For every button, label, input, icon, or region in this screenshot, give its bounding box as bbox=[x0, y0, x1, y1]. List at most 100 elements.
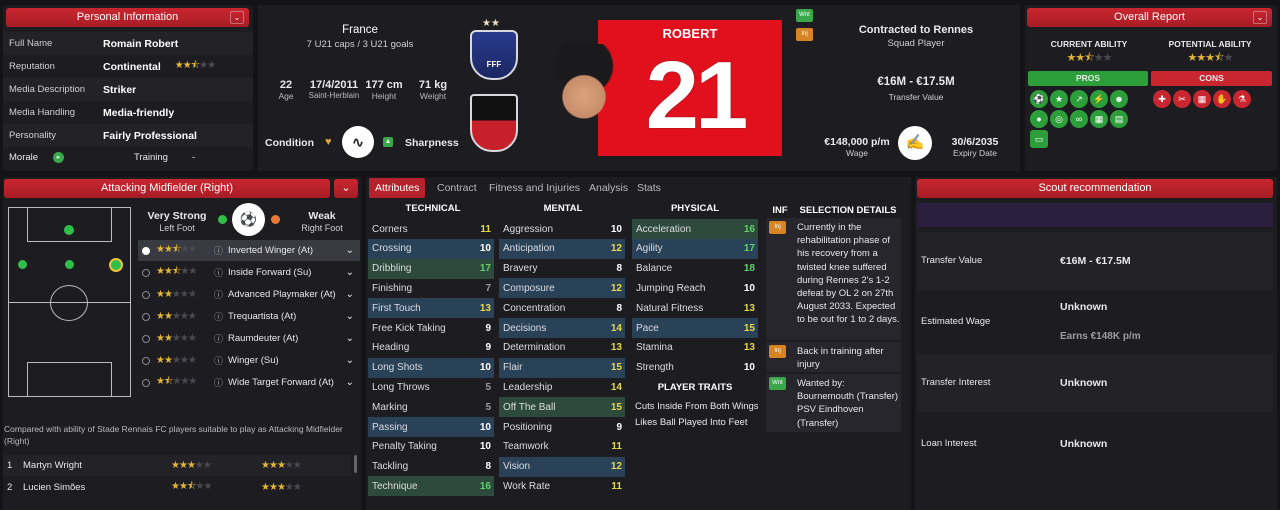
role-item[interactable]: ★★★★★ ⓘ Trequartista (At) ⌄ bbox=[138, 306, 360, 327]
info-icon[interactable]: ⓘ bbox=[214, 354, 223, 367]
attribute-row[interactable]: First Touch 13 bbox=[368, 298, 494, 319]
nation-name[interactable]: France bbox=[300, 24, 420, 36]
attribute-row[interactable]: Long Throws 5 bbox=[368, 377, 494, 397]
position-header[interactable]: Attacking Midfielder (Right) bbox=[4, 179, 330, 198]
position-dot-amr[interactable] bbox=[109, 258, 123, 272]
role-item[interactable]: ★⯪★★★ ⓘ Wide Target Forward (At) ⌄ bbox=[138, 372, 360, 393]
trait-2[interactable]: Likes Ball Played Into Feet bbox=[635, 417, 747, 428]
position-dot-mc[interactable] bbox=[65, 260, 74, 269]
chevron-down-icon[interactable]: ⌄ bbox=[346, 289, 360, 300]
pro-icon-target[interactable]: ◎ bbox=[1050, 110, 1068, 128]
chevron-down-icon[interactable]: ⌄ bbox=[346, 245, 360, 256]
contract-icon[interactable]: ✍ bbox=[898, 126, 932, 160]
tab-fitness-and-injuries[interactable]: Fitness and Injuries bbox=[483, 178, 586, 198]
info-icon[interactable]: ⓘ bbox=[214, 288, 223, 301]
compare-row[interactable]: 1 Martyn Wright ★★★★★ ★★★★★ bbox=[3, 455, 351, 476]
role-radio[interactable] bbox=[142, 246, 150, 255]
pro-icon-star[interactable]: ★ bbox=[1050, 90, 1068, 108]
attribute-row[interactable]: Marking 5 bbox=[368, 397, 494, 417]
attribute-row[interactable]: Decisions 14 bbox=[499, 318, 625, 338]
attribute-row[interactable]: Long Shots 10 bbox=[368, 357, 494, 378]
tab-contract[interactable]: Contract bbox=[431, 178, 483, 198]
role-item[interactable]: ★★★★★ ⓘ Winger (Su) ⌄ bbox=[138, 350, 360, 371]
attribute-row[interactable]: Pace 15 bbox=[632, 318, 758, 338]
role-item[interactable]: ★★★★★ ⓘ Raumdeuter (At) ⌄ bbox=[138, 328, 360, 349]
attribute-row[interactable]: Dribbling 17 bbox=[368, 258, 494, 279]
overall-header[interactable]: Overall Report ⌄ bbox=[1027, 8, 1272, 27]
attribute-row[interactable]: Aggression 10 bbox=[499, 219, 625, 239]
pro-icon-boot[interactable]: ⚡ bbox=[1090, 90, 1108, 108]
chevron-down-icon[interactable]: ⌄ bbox=[1253, 11, 1267, 24]
pro-icon-trend[interactable]: ↗ bbox=[1070, 90, 1088, 108]
chevron-down-icon[interactable]: ⌄ bbox=[346, 333, 360, 344]
trait-1[interactable]: Cuts Inside From Both Wings bbox=[635, 401, 759, 412]
info-icon[interactable]: ⓘ bbox=[214, 266, 223, 279]
attribute-row[interactable]: Passing 10 bbox=[368, 417, 494, 437]
chevron-down-icon[interactable]: ⌄ bbox=[346, 377, 360, 388]
attribute-row[interactable]: Balance 18 bbox=[632, 259, 758, 279]
badge-wnt-selection[interactable]: Wnt bbox=[769, 377, 786, 390]
pro-icon-head[interactable]: ☻ bbox=[1110, 90, 1128, 108]
role-item[interactable]: ★★⯪★★ ⓘ Inverted Winger (At) ⌄ bbox=[138, 240, 360, 261]
role-radio[interactable] bbox=[142, 334, 150, 343]
attribute-row[interactable]: Finishing 7 bbox=[368, 278, 494, 298]
tab-analysis[interactable]: Analysis bbox=[583, 178, 634, 198]
role-radio[interactable] bbox=[142, 312, 150, 321]
attribute-row[interactable]: Acceleration 16 bbox=[632, 219, 758, 239]
badge-inj-selection[interactable]: Inj bbox=[769, 221, 786, 234]
scout-header[interactable]: Scout recommendation bbox=[917, 179, 1273, 198]
attribute-row[interactable]: Vision 12 bbox=[499, 456, 625, 477]
attribute-row[interactable]: Off The Ball 15 bbox=[499, 397, 625, 418]
attribute-row[interactable]: Concentration 8 bbox=[499, 298, 625, 318]
info-icon[interactable]: ⓘ bbox=[214, 310, 223, 323]
info-icon[interactable]: ⓘ bbox=[214, 376, 223, 389]
attribute-row[interactable]: Technique 16 bbox=[368, 476, 494, 497]
scrollbar[interactable] bbox=[354, 455, 357, 473]
rennes-crest-icon[interactable] bbox=[470, 94, 518, 152]
contract-status[interactable]: Contracted to Rennes bbox=[850, 24, 982, 36]
role-radio[interactable] bbox=[142, 356, 150, 365]
attribute-row[interactable]: Anticipation 12 bbox=[499, 238, 625, 259]
attribute-row[interactable]: Penalty Taking 10 bbox=[368, 437, 494, 457]
attribute-row[interactable]: Leadership 14 bbox=[499, 377, 625, 397]
attribute-row[interactable]: Crossing 10 bbox=[368, 238, 494, 259]
role-radio[interactable] bbox=[142, 268, 150, 277]
pro-icon-board[interactable]: ▦ bbox=[1090, 110, 1108, 128]
france-crest-icon[interactable]: FFF bbox=[470, 30, 518, 80]
pro-icon-ball[interactable]: ● bbox=[1030, 110, 1048, 128]
badge-inj[interactable]: Inj bbox=[796, 28, 813, 41]
position-dot-amc[interactable] bbox=[64, 225, 74, 235]
badge-inj-training[interactable]: Inj bbox=[769, 345, 786, 358]
attribute-row[interactable]: Strength 10 bbox=[632, 358, 758, 378]
compare-row[interactable]: 2 Lucien Simões ★★⯪★★ ★★★★★ bbox=[3, 477, 351, 498]
position-dropdown[interactable]: ⌄ bbox=[334, 179, 358, 198]
role-radio[interactable] bbox=[142, 378, 150, 387]
attribute-row[interactable]: Flair 15 bbox=[499, 357, 625, 378]
role-radio[interactable] bbox=[142, 290, 150, 299]
chevron-down-icon[interactable]: ⌄ bbox=[230, 11, 244, 24]
attribute-row[interactable]: Bravery 8 bbox=[499, 259, 625, 279]
con-icon-whistle[interactable]: ✋ bbox=[1213, 90, 1231, 108]
attribute-row[interactable]: Work Rate 11 bbox=[499, 476, 625, 496]
attribute-row[interactable]: Corners 11 bbox=[368, 219, 494, 239]
tab-stats[interactable]: Stats bbox=[631, 178, 667, 198]
con-icon-tactics[interactable]: ✂ bbox=[1173, 90, 1191, 108]
attribute-row[interactable]: Composure 12 bbox=[499, 278, 625, 299]
condition-icon[interactable]: ∿ bbox=[342, 126, 374, 158]
attribute-row[interactable]: Positioning 9 bbox=[499, 417, 625, 437]
attribute-row[interactable]: Determination 13 bbox=[499, 338, 625, 358]
attribute-row[interactable]: Teamwork 11 bbox=[499, 437, 625, 457]
info-icon[interactable]: ⓘ bbox=[214, 332, 223, 345]
role-item[interactable]: ★★⯪★★ ⓘ Inside Forward (Su) ⌄ bbox=[138, 262, 360, 283]
personal-header[interactable]: Personal Information ⌄ bbox=[6, 8, 249, 27]
chevron-down-icon[interactable]: ⌄ bbox=[346, 267, 360, 278]
birthplace[interactable]: Saint-Herblain bbox=[305, 91, 363, 100]
badge-wnt[interactable]: Wnt bbox=[796, 9, 813, 22]
con-icon-medical[interactable]: ✚ bbox=[1153, 90, 1171, 108]
tab-attributes[interactable]: Attributes bbox=[369, 178, 426, 198]
info-icon[interactable]: ⓘ bbox=[214, 244, 223, 257]
attribute-row[interactable]: Heading 9 bbox=[368, 338, 494, 358]
foot-icon[interactable]: ⚽ bbox=[232, 203, 265, 236]
chevron-down-icon[interactable]: ⌄ bbox=[346, 355, 360, 366]
attribute-row[interactable]: Natural Fitness 13 bbox=[632, 298, 758, 318]
